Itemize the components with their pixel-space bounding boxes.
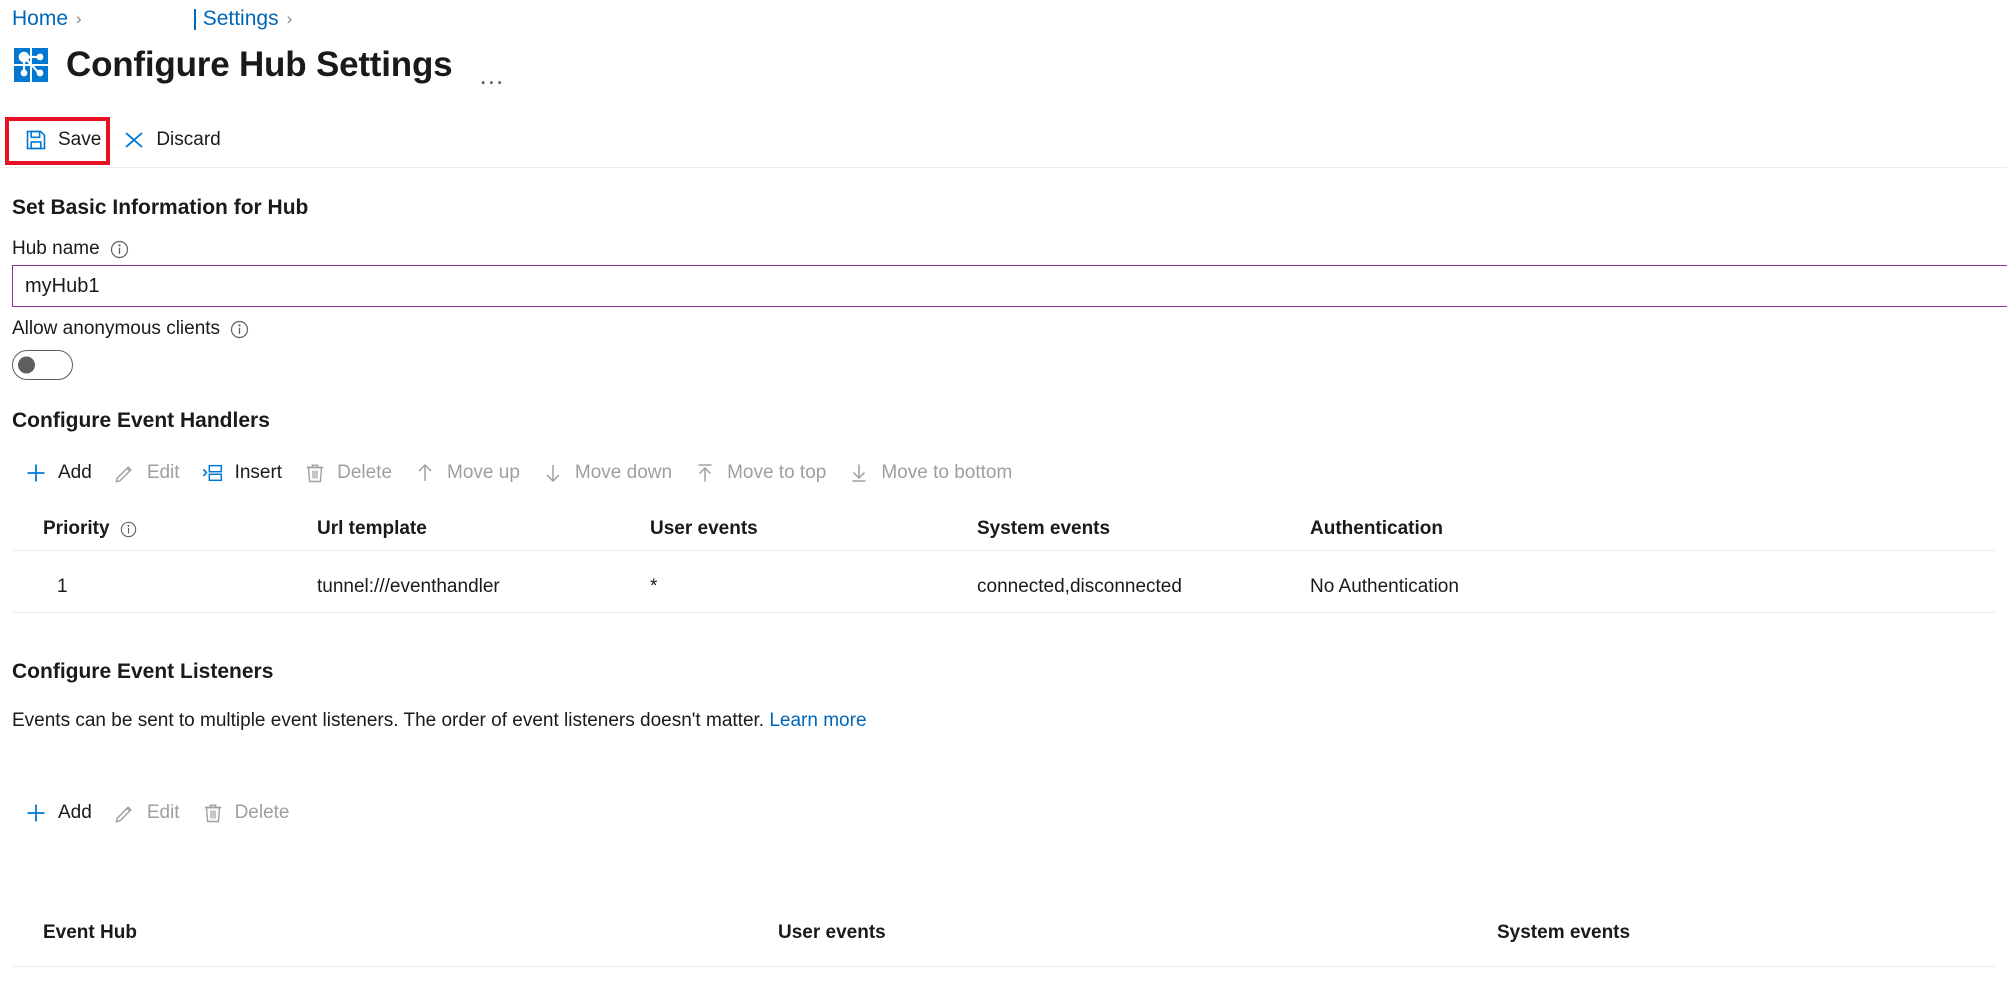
event-handlers-insert-button[interactable]: Insert	[191, 451, 294, 495]
page-title: Configure Hub Settings	[66, 45, 452, 85]
discard-button-label: Discard	[156, 129, 220, 151]
info-circle-icon-2[interactable]	[230, 320, 249, 339]
column-header-url-template[interactable]: Url template	[317, 508, 427, 550]
web-pubsub-hub-icon	[12, 46, 50, 84]
event-listeners-toolbar: Add Edit Delet	[14, 790, 300, 836]
cell-system-events: connected,disconnected	[977, 562, 1182, 612]
breadcrumb-divider-bar-icon	[194, 9, 196, 30]
discard-button[interactable]: Discard	[112, 118, 231, 162]
save-floppy-icon	[25, 129, 47, 151]
breadcrumb-item-home[interactable]: Home	[12, 7, 68, 31]
event-handlers-edit-button[interactable]: Edit	[103, 451, 191, 495]
command-bar: Save Discard	[0, 112, 2007, 168]
breadcrumb-item-settings[interactable]: Settings	[203, 7, 279, 31]
pencil-icon	[114, 462, 136, 484]
event-handlers-table-divider	[12, 550, 1995, 551]
info-circle-icon-3[interactable]	[120, 521, 137, 538]
learn-more-link[interactable]: Learn more	[769, 710, 866, 731]
event-handlers-move-to-top-button[interactable]: Move to top	[683, 451, 837, 495]
allow-anonymous-clients-label-text: Allow anonymous clients	[12, 318, 220, 340]
arrow-to-bottom-icon	[848, 462, 870, 484]
event-listeners-delete-button[interactable]: Delete	[191, 791, 301, 835]
event-listeners-description: Events can be sent to multiple event lis…	[12, 710, 867, 732]
column-header-listener-user-events[interactable]: User events	[778, 912, 886, 954]
save-button[interactable]: Save	[14, 118, 112, 162]
allow-anonymous-clients-label: Allow anonymous clients	[12, 318, 249, 340]
table-row[interactable]: 1 tunnel:///eventhandler * connected,dis…	[0, 562, 2007, 612]
cell-url-template: tunnel:///eventhandler	[317, 562, 500, 612]
insert-rows-icon	[202, 462, 224, 484]
hub-name-label-text: Hub name	[12, 238, 100, 260]
column-header-priority-label: Priority	[43, 518, 110, 540]
event-handlers-move-to-bottom-label: Move to bottom	[881, 462, 1012, 484]
arrow-to-top-icon	[694, 462, 716, 484]
column-header-priority[interactable]: Priority	[43, 508, 137, 550]
event-listeners-delete-label: Delete	[235, 802, 290, 824]
cell-priority: 1	[57, 562, 68, 612]
event-handlers-move-down-button[interactable]: Move down	[531, 451, 683, 495]
event-handlers-add-button[interactable]: Add	[14, 451, 103, 495]
event-handlers-move-to-top-label: Move to top	[727, 462, 826, 484]
event-handlers-toolbar: Add Edit Insert	[14, 450, 1023, 496]
hub-name-input[interactable]	[12, 265, 2007, 307]
event-listeners-table-header: Event Hub User events System events	[0, 912, 2007, 954]
event-handlers-move-to-bottom-button[interactable]: Move to bottom	[837, 451, 1023, 495]
event-handlers-add-label: Add	[58, 462, 92, 484]
column-header-system-events[interactable]: System events	[977, 508, 1110, 550]
trash-icon-2	[202, 802, 224, 824]
column-header-authentication[interactable]: Authentication	[1310, 508, 1443, 550]
hub-name-label: Hub name	[12, 238, 129, 260]
event-handlers-delete-label: Delete	[337, 462, 392, 484]
event-handlers-move-up-label: Move up	[447, 462, 520, 484]
trash-icon	[304, 462, 326, 484]
plus-icon	[25, 462, 47, 484]
event-handlers-insert-label: Insert	[235, 462, 283, 484]
event-listeners-table-divider	[12, 966, 1995, 967]
event-handlers-edit-label: Edit	[147, 462, 180, 484]
event-handlers-table-bottom-divider	[12, 612, 1995, 613]
event-handlers-move-up-button[interactable]: Move up	[403, 451, 531, 495]
pencil-icon-2	[114, 802, 136, 824]
event-listeners-edit-button[interactable]: Edit	[103, 791, 191, 835]
event-listeners-add-label: Add	[58, 802, 92, 824]
column-header-event-hub[interactable]: Event Hub	[43, 912, 137, 954]
breadcrumb-separator-icon: ›	[76, 9, 82, 29]
column-header-user-events[interactable]: User events	[650, 508, 758, 550]
more-options-icon[interactable]: …	[478, 68, 506, 90]
event-handlers-delete-button[interactable]: Delete	[293, 451, 403, 495]
breadcrumb-separator-icon-2: ›	[287, 9, 293, 29]
toggle-knob	[18, 357, 35, 374]
info-circle-icon[interactable]	[110, 240, 129, 259]
event-listeners-description-text: Events can be sent to multiple event lis…	[12, 710, 764, 731]
event-handlers-table-header: Priority Url template User events System…	[0, 508, 2007, 550]
event-listeners-edit-label: Edit	[147, 802, 180, 824]
basic-info-section-title: Set Basic Information for Hub	[12, 196, 308, 220]
arrow-down-icon	[542, 462, 564, 484]
save-button-label: Save	[58, 129, 101, 151]
event-handlers-section-title: Configure Event Handlers	[12, 409, 270, 433]
page-header: Configure Hub Settings …	[12, 40, 506, 90]
close-x-icon	[123, 129, 145, 151]
azure-portal-blade: Home › Settings › Configure Hub Settings	[0, 0, 2007, 1005]
breadcrumb: Home › Settings ›	[12, 5, 300, 33]
arrow-up-icon	[414, 462, 436, 484]
allow-anonymous-clients-toggle[interactable]	[12, 350, 73, 380]
cell-user-events: *	[650, 562, 657, 612]
event-listeners-add-button[interactable]: Add	[14, 791, 103, 835]
plus-icon-2	[25, 802, 47, 824]
cell-authentication: No Authentication	[1310, 562, 1459, 612]
event-handlers-move-down-label: Move down	[575, 462, 672, 484]
event-listeners-section-title: Configure Event Listeners	[12, 660, 273, 684]
column-header-listener-system-events[interactable]: System events	[1497, 912, 1630, 954]
